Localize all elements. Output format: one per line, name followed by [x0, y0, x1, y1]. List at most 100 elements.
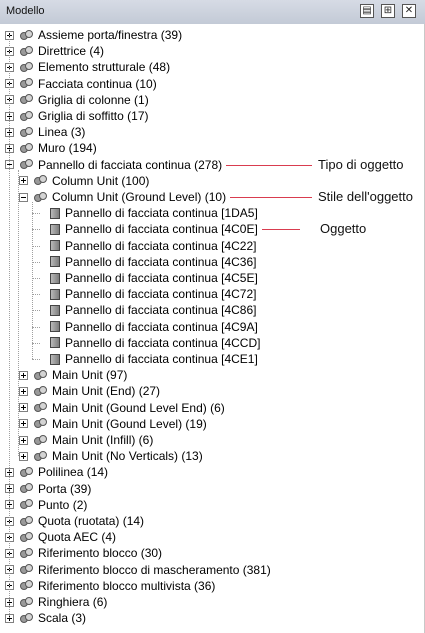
- tree-item-label: Facciata continua (10): [38, 76, 157, 91]
- object-icon: [50, 304, 60, 316]
- tree-category-item[interactable]: Main Unit (Gound Level) (19): [19, 416, 207, 432]
- tree-category-item[interactable]: Linea (3): [5, 124, 85, 140]
- tree-object-item[interactable]: Pannello di facciata continua [4C9A]: [33, 319, 258, 335]
- tree-category-item[interactable]: Quota AEC (4): [5, 529, 116, 545]
- tree-connector: [32, 245, 40, 247]
- category-icon: [34, 434, 47, 446]
- expand-icon[interactable]: [19, 451, 28, 461]
- tree-object-item[interactable]: Pannello di facciata continua [4C36]: [33, 254, 256, 270]
- tree-item-label: Punto (2): [38, 497, 88, 512]
- tree-item-label: Main Unit (Gound Level End) (6): [52, 400, 225, 415]
- tree-item-label: Riferimento blocco di mascheramento (381…: [38, 562, 271, 577]
- tree-object-item[interactable]: Pannello di facciata continua [1DA5]: [33, 205, 258, 221]
- category-icon: [20, 78, 33, 89]
- tree-category-item[interactable]: Facciata continua (10): [5, 76, 157, 92]
- toggle-view-icon[interactable]: ⊞: [381, 4, 395, 18]
- tree-category-item[interactable]: Scala (3): [5, 610, 86, 626]
- tree-object-item[interactable]: Pannello di facciata continua [4CE1]: [33, 351, 258, 367]
- tree-category-item[interactable]: Column Unit (Ground Level) (10): [19, 189, 226, 205]
- tree-category-item[interactable]: Main Unit (97): [19, 367, 127, 383]
- tree-category-item[interactable]: Riferimento blocco multivista (36): [5, 578, 215, 594]
- expand-icon[interactable]: [19, 370, 28, 380]
- tree-category-item[interactable]: Quota (ruotata) (14): [5, 513, 144, 529]
- tree-item-label: Pannello di facciata continua [4C9A]: [65, 319, 258, 334]
- tree-item-label: Pannello di facciata continua [4C0E]: [65, 222, 258, 237]
- category-icon: [20, 110, 33, 122]
- tree-category-item[interactable]: Riferimento blocco di mascheramento (381…: [5, 562, 271, 578]
- tree-category-item[interactable]: Griglia di soffitto (17): [5, 108, 149, 124]
- tree-category-item[interactable]: Muro (194): [5, 140, 97, 156]
- category-icon: [20, 531, 33, 543]
- tree-category-item[interactable]: Punto (2): [5, 497, 87, 513]
- object-icon: [50, 256, 60, 268]
- tree-category-item[interactable]: Main Unit (Gound Level End) (6): [19, 400, 225, 416]
- tree-connector: [32, 359, 40, 360]
- expand-icon[interactable]: [19, 176, 28, 186]
- tree-item-label: Pannello di facciata continua [4C22]: [65, 238, 257, 253]
- tree-object-item[interactable]: Pannello di facciata continua [4C5E]: [33, 270, 258, 286]
- tree-connector: [9, 35, 10, 619]
- category-icon: [20, 596, 33, 608]
- category-icon: [20, 483, 33, 494]
- tree-category-item[interactable]: Ringhiera (6): [5, 594, 107, 610]
- tree-category-item[interactable]: Column Unit (100): [19, 173, 149, 189]
- category-icon: [34, 402, 47, 413]
- panel-titlebar: Modello ▤ ⊞ ✕: [0, 0, 425, 25]
- tree-connector: [32, 342, 40, 344]
- category-icon: [20, 499, 33, 510]
- tree-category-item[interactable]: Pannello di facciata continua (278): [5, 157, 222, 173]
- tree-connector: [32, 294, 40, 296]
- close-icon[interactable]: ✕: [402, 4, 416, 18]
- expand-icon[interactable]: [19, 435, 28, 445]
- tree-category-item[interactable]: Main Unit (Infill) (6): [19, 432, 153, 448]
- object-icon: [50, 337, 60, 349]
- expand-icon[interactable]: [19, 419, 28, 429]
- tree-item-label: Polilinea (14): [38, 465, 109, 480]
- tree-category-item[interactable]: Elemento strutturale (48): [5, 59, 170, 75]
- expand-icon[interactable]: [19, 386, 28, 396]
- object-icon: [50, 223, 60, 235]
- tree-item-label: Pannello di facciata continua [1DA5]: [65, 206, 258, 221]
- tree-object-item[interactable]: Pannello di facciata continua [4C72]: [33, 286, 256, 302]
- object-icon: [50, 207, 60, 219]
- tree-item-label: Pannello di facciata continua [4CCD]: [65, 335, 261, 350]
- tree-category-item[interactable]: Assieme porta/finestra (39): [5, 27, 182, 43]
- expand-icon[interactable]: [19, 403, 28, 413]
- tree-connector: [32, 229, 40, 231]
- tree-object-item[interactable]: Pannello di facciata continua [4C22]: [33, 238, 256, 254]
- tree-connector: [32, 202, 33, 359]
- tree-category-item[interactable]: Griglia di colonne (1): [5, 92, 149, 108]
- callout-line: [230, 197, 312, 198]
- tree-category-item[interactable]: Main Unit (End) (27): [19, 383, 160, 399]
- tree-item-label: Column Unit (100): [52, 173, 150, 188]
- tree-category-item[interactable]: Riferimento blocco (30): [5, 545, 162, 561]
- tree-category-item[interactable]: Porta (39): [5, 481, 91, 497]
- tree-category-item[interactable]: Direttrice (4): [5, 43, 104, 59]
- tree-object-item[interactable]: Pannello di facciata continua [4C86]: [33, 302, 256, 318]
- tree-item-label: Quota AEC (4): [38, 530, 117, 545]
- tree-object-item[interactable]: Pannello di facciata continua [4C0E]: [33, 221, 258, 237]
- annotation-label: Tipo di oggetto: [318, 156, 404, 172]
- collapse-icon[interactable]: [19, 192, 28, 202]
- tree-object-item[interactable]: Pannello di facciata continua [4CCD]: [33, 335, 260, 351]
- tree-item-label: Assieme porta/finestra (39): [38, 28, 183, 42]
- category-icon: [20, 94, 33, 105]
- tree-category-item[interactable]: Main Unit (No Verticals) (13): [19, 448, 203, 464]
- tree-item-label: Ringhiera (6): [38, 595, 108, 609]
- tree-item-label: Main Unit (Infill) (6): [52, 433, 154, 447]
- category-icon: [34, 450, 47, 462]
- category-icon: [34, 369, 47, 381]
- object-icon: [50, 240, 60, 252]
- tree-item-label: Pannello di facciata continua [4C86]: [65, 303, 257, 318]
- object-icon: [50, 321, 60, 333]
- tree-connector: [32, 261, 40, 263]
- properties-icon[interactable]: ▤: [360, 4, 374, 18]
- model-tree[interactable]: Assieme porta/finestra (39) Direttrice (4…: [0, 24, 425, 633]
- tree-item-label: Main Unit (No Verticals) (13): [52, 449, 203, 464]
- tree-category-item[interactable]: Polilinea (14): [5, 464, 108, 480]
- category-icon: [34, 385, 47, 397]
- tree-item-label: Quota (ruotata) (14): [38, 514, 145, 528]
- category-icon: [20, 515, 33, 527]
- tree-item-label: Pannello di facciata continua [4C72]: [65, 287, 257, 302]
- tree-item-label: Direttrice (4): [38, 44, 105, 59]
